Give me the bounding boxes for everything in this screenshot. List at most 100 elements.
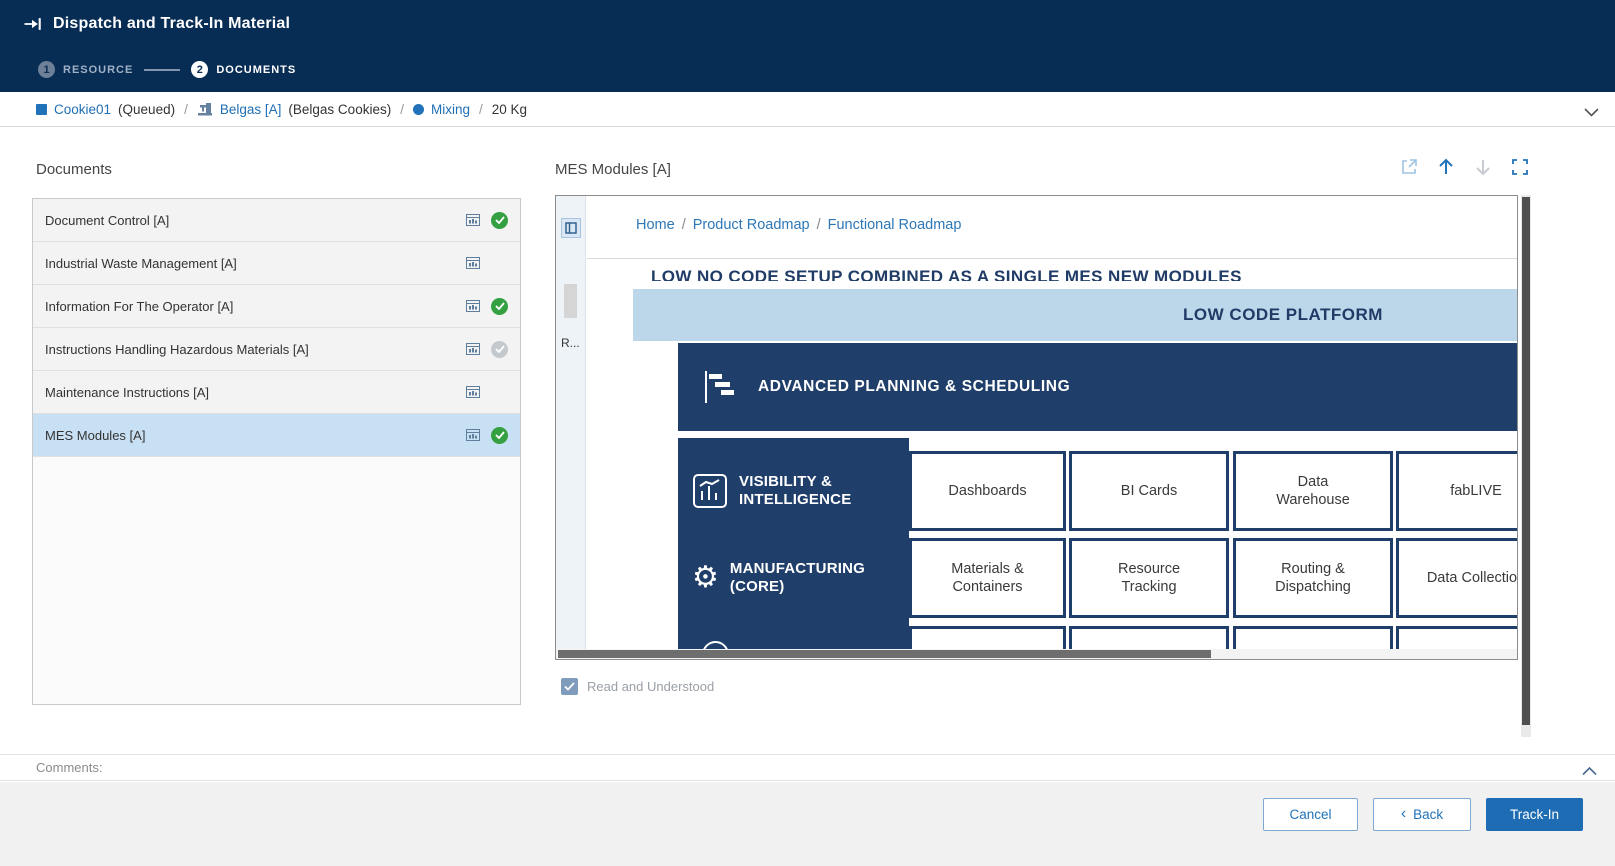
document-label: Maintenance Instructions [A] — [45, 385, 457, 400]
step-icon — [413, 104, 424, 115]
resource-link[interactable]: Belgas [A] — [220, 102, 282, 117]
scroll-down-button[interactable] — [1473, 157, 1493, 177]
roadmap-graphic: LOW CODE PLATFORM ADVANCED PLANNING & SC… — [633, 289, 1517, 660]
wizard-stepper: 1 RESOURCE 2 DOCUMENTS — [38, 61, 296, 78]
document-breadcrumb: Home/Product Roadmap/Functional Roadmap — [636, 217, 961, 233]
bar-chart-icon — [692, 473, 728, 509]
expand-chevron-down-icon[interactable] — [1584, 105, 1599, 120]
documents-list: Document Control [A] Industrial Waste Ma… — [32, 198, 521, 705]
material-link[interactable]: Cookie01 — [54, 102, 111, 117]
step-connector — [144, 69, 180, 71]
module-cell: Materials & Containers — [909, 538, 1066, 618]
sidebar-toggle-button[interactable] — [561, 218, 581, 238]
quantity-label: 20 Kg — [492, 102, 527, 117]
document-row-selected[interactable]: MES Modules [A] — [33, 414, 520, 457]
viewer-title: MES Modules [A] — [555, 161, 671, 178]
gantt-icon — [700, 367, 740, 407]
aps-label: ADVANCED PLANNING & SCHEDULING — [758, 378, 1070, 396]
track-in-button[interactable]: Track-In — [1486, 798, 1583, 831]
step-resource[interactable]: 1 RESOURCE — [38, 61, 133, 78]
sidebar-label: R... — [561, 336, 580, 350]
vertical-scroll-thumb[interactable] — [1522, 197, 1530, 725]
context-bar: Cookie01 (Queued) / Belgas [A] (Belgas C… — [0, 92, 1615, 127]
step-label: RESOURCE — [63, 64, 133, 76]
document-label: MES Modules [A] — [45, 428, 457, 443]
visibility-category: VISIBILITY & INTELLIGENCE — [678, 451, 909, 531]
module-cell: Data Warehouse — [1233, 451, 1393, 531]
footer-buttons: Cancel ‹Back Track-In — [1263, 798, 1583, 831]
header-bar: Dispatch and Track-In Material 1 RESOURC… — [0, 0, 1615, 92]
module-cell: Dashboards — [909, 451, 1066, 531]
read-understood-label: Read and Understood — [587, 679, 714, 694]
document-row[interactable]: Instructions Handling Hazardous Material… — [33, 328, 520, 371]
document-label: Instructions Handling Hazardous Material… — [45, 342, 457, 357]
back-chevron-icon: ‹ — [1401, 806, 1406, 822]
page-title: Dispatch and Track-In Material — [53, 15, 290, 33]
status-read-icon — [491, 298, 508, 315]
scroll-up-button[interactable] — [1436, 157, 1456, 177]
module-cell: BI Cards — [1069, 451, 1229, 531]
module-cell: Routing & Dispatching — [1233, 538, 1393, 618]
frame-sidebar: R... — [556, 196, 586, 649]
breadcrumb-link-functional-roadmap[interactable]: Functional Roadmap — [828, 217, 962, 233]
step-label: DOCUMENTS — [216, 64, 296, 76]
document-row[interactable]: Maintenance Instructions [A] — [33, 371, 520, 414]
resource-description: (Belgas Cookies) — [288, 102, 391, 117]
documents-panel-title: Documents — [36, 161, 112, 178]
module-cell: fabLIVE — [1396, 451, 1517, 531]
breadcrumb-separator: / — [817, 217, 821, 233]
gear-icon: ⚙ — [692, 563, 719, 593]
document-label: Industrial Waste Management [A] — [45, 256, 457, 271]
category-column: VISIBILITY & INTELLIGENCE ⚙ MANUFACTURIN… — [678, 438, 909, 660]
breadcrumb-link-product-roadmap[interactable]: Product Roadmap — [693, 217, 810, 233]
document-viewer-icon — [465, 255, 481, 271]
horizontal-scroll-thumb[interactable] — [558, 650, 1211, 658]
viewer-host: R... Home/Product Roadmap/Functional Roa… — [555, 195, 1531, 737]
horizontal-scrollbar[interactable] — [556, 649, 1517, 659]
clipped-heading: LOW NO CODE SETUP COMBINED AS A SINGLE M… — [651, 268, 1371, 281]
back-button[interactable]: ‹Back — [1373, 798, 1471, 831]
sidebar-scroll-thumb[interactable] — [564, 284, 577, 318]
document-row[interactable]: Information For The Operator [A] — [33, 285, 520, 328]
fullscreen-button[interactable] — [1510, 157, 1530, 177]
document-frame: R... Home/Product Roadmap/Functional Roa… — [555, 195, 1518, 660]
material-state: (Queued) — [118, 102, 175, 117]
flow-step-link[interactable]: Mixing — [431, 102, 470, 117]
dispatch-track-in-dialog: Dispatch and Track-In Material 1 RESOURC… — [0, 0, 1615, 866]
divider — [587, 258, 1517, 259]
status-read-icon — [491, 427, 508, 444]
separator: / — [400, 102, 404, 117]
aps-box: ADVANCED PLANNING & SCHEDULING — [678, 343, 1517, 431]
track-in-icon — [22, 14, 42, 34]
viewer-toolbar — [1399, 157, 1530, 177]
step-documents[interactable]: 2 DOCUMENTS — [191, 61, 296, 78]
vertical-scrollbar[interactable] — [1521, 195, 1531, 737]
comments-label: Comments: — [36, 760, 102, 775]
read-understood-row: Read and Understood — [561, 678, 714, 695]
read-understood-checkbox[interactable] — [561, 678, 578, 695]
document-viewer-icon — [465, 384, 481, 400]
footer-bar: Cancel ‹Back Track-In — [0, 782, 1615, 866]
step-number: 1 — [38, 61, 55, 78]
status-read-icon — [491, 212, 508, 229]
comments-bar: Comments: — [0, 754, 1615, 781]
separator: / — [184, 102, 188, 117]
document-row[interactable]: Document Control [A] — [33, 199, 520, 242]
material-icon — [36, 104, 47, 115]
status-pending-icon — [491, 341, 508, 358]
cancel-button[interactable]: Cancel — [1263, 798, 1358, 831]
document-label: Document Control [A] — [45, 213, 457, 228]
resource-icon — [197, 102, 213, 116]
collapse-chevron-up-icon[interactable] — [1582, 763, 1597, 781]
document-viewer-icon — [465, 212, 481, 228]
breadcrumb-link-home[interactable]: Home — [636, 217, 675, 233]
open-external-button[interactable] — [1399, 157, 1419, 177]
document-viewer-icon — [465, 341, 481, 357]
document-row[interactable]: Industrial Waste Management [A] — [33, 242, 520, 285]
manufacturing-category: ⚙ MANUFACTURING (CORE) — [678, 538, 909, 618]
document-label: Information For The Operator [A] — [45, 299, 457, 314]
document-viewer-icon — [465, 427, 481, 443]
module-cell: Resource Tracking — [1069, 538, 1229, 618]
module-cell: Data Collection — [1396, 538, 1517, 618]
document-viewer-icon — [465, 298, 481, 314]
